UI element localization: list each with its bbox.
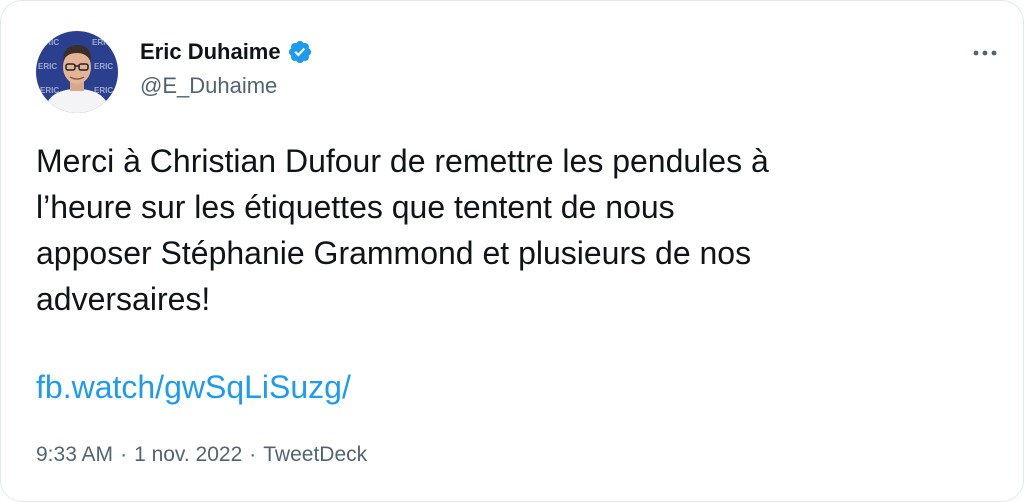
author-handle[interactable]: @E_Duhaime <box>140 73 277 99</box>
avatar-banner-text: ERIC <box>40 38 59 47</box>
tweet-time[interactable]: 9:33 AM <box>36 443 113 467</box>
avatar-banner-text: ERIC <box>94 62 113 71</box>
author-name-row: Eric Duhaime <box>140 38 313 66</box>
author-avatar[interactable]: ERIC ERIC ERIC ERIC ERIC ERIC <box>36 31 118 113</box>
tweet-date[interactable]: 1 nov. 2022 <box>134 443 242 467</box>
tweet-link[interactable]: fb.watch/gwSqLiSuzg/ <box>36 364 351 410</box>
meta-separator: · <box>249 443 257 466</box>
avatar-banner-text: ERIC <box>92 38 111 47</box>
verified-badge-icon <box>288 40 311 64</box>
avatar-banner-text: ERIC <box>38 62 57 71</box>
tweet-meta: 9:33 AM · 1 nov. 2022 · TweetDeck <box>36 443 367 467</box>
person-portrait-icon: ERIC ERIC ERIC ERIC ERIC ERIC <box>36 31 118 113</box>
more-options-button[interactable] <box>971 41 999 65</box>
author-display-name[interactable]: Eric Duhaime <box>140 39 281 65</box>
tweet-client[interactable]: TweetDeck <box>263 443 367 467</box>
tweet-text: Merci à Christian Dufour de remettre les… <box>36 143 769 317</box>
tweet-card: ERIC ERIC ERIC ERIC ERIC ERIC Eric Duhai… <box>0 0 1024 502</box>
more-horizontal-icon <box>973 50 997 56</box>
meta-separator: · <box>120 443 128 466</box>
